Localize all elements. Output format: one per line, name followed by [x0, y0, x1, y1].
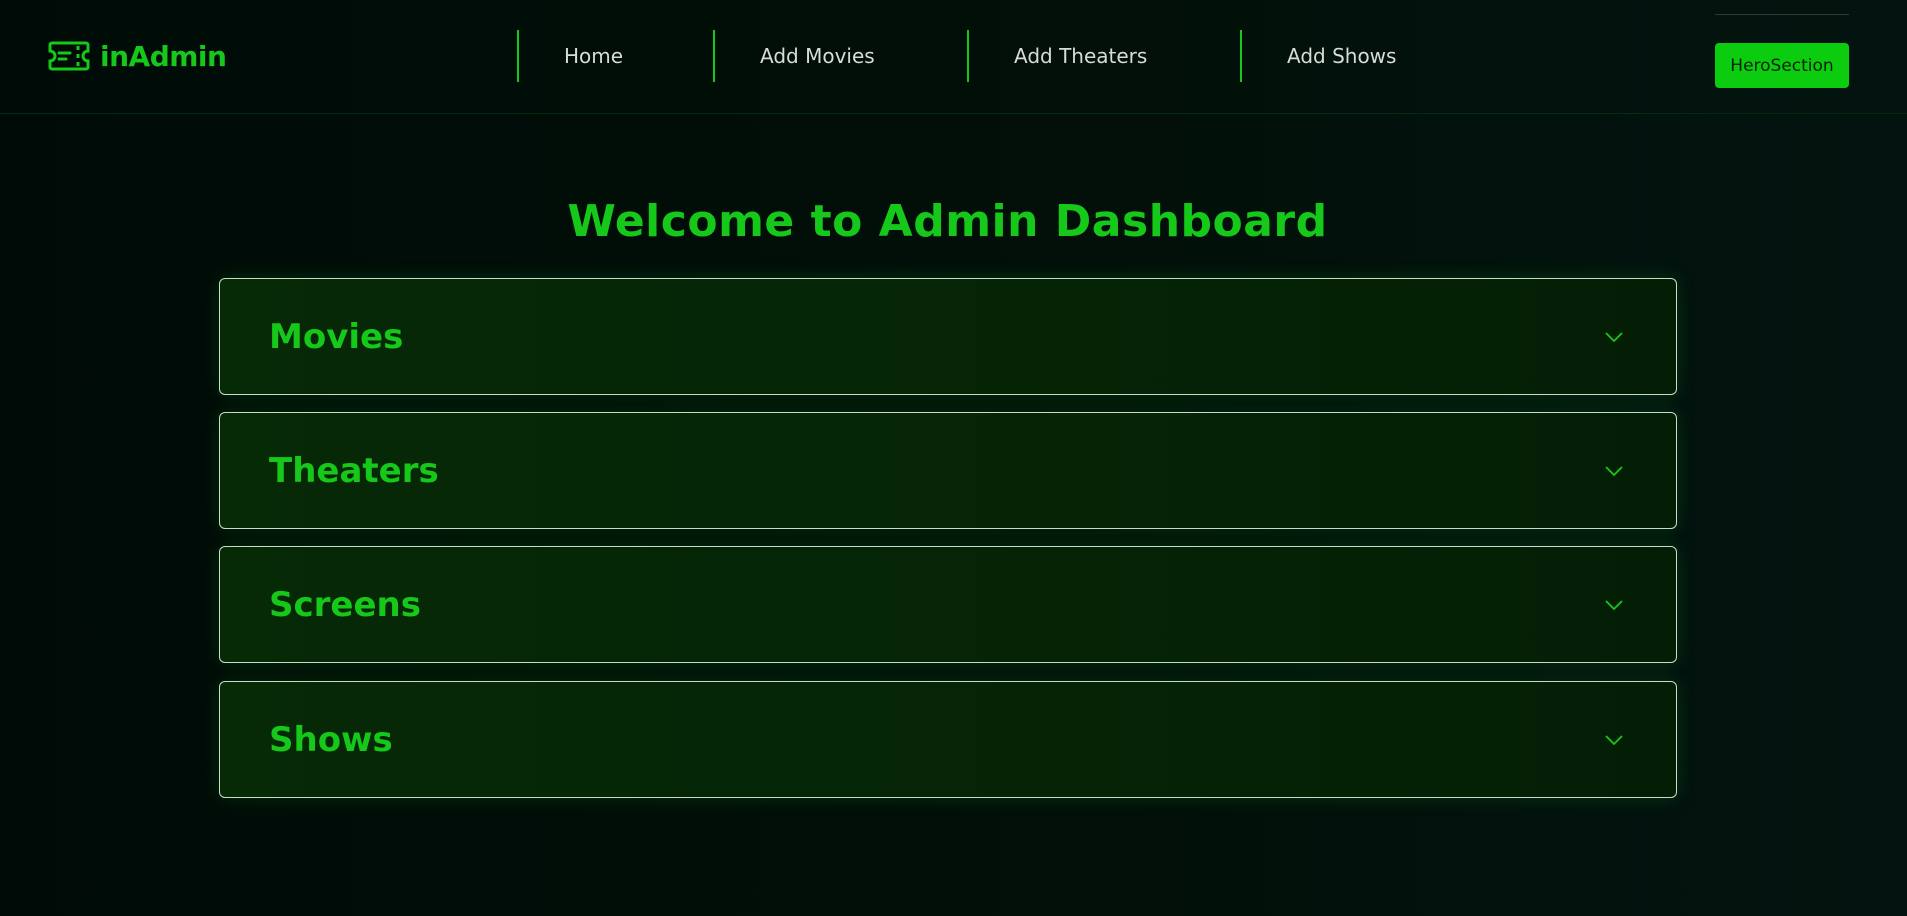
- top-navbar: inAdmin Home Add Movies Add Theaters Add…: [0, 0, 1907, 114]
- ticket-icon: [48, 41, 90, 71]
- chevron-down-icon: [1605, 331, 1623, 342]
- accordion-label: Screens: [269, 584, 421, 625]
- chevron-down-icon: [1605, 465, 1623, 476]
- accordion-theaters[interactable]: Theaters: [219, 412, 1677, 529]
- nav-home[interactable]: Home: [517, 30, 623, 82]
- nav-add-shows[interactable]: Add Shows: [1240, 30, 1396, 82]
- nav-add-theaters[interactable]: Add Theaters: [967, 30, 1147, 82]
- divider: [1715, 14, 1849, 15]
- accordion-movies[interactable]: Movies: [219, 278, 1677, 395]
- accordion-shows[interactable]: Shows: [219, 681, 1677, 798]
- hero-section-button[interactable]: HeroSection: [1715, 43, 1849, 88]
- accordion-screens[interactable]: Screens: [219, 546, 1677, 663]
- accordion-label: Movies: [269, 316, 404, 357]
- accordion-label: Shows: [269, 719, 393, 760]
- page-title: Welcome to Admin Dashboard: [567, 196, 1328, 247]
- chevron-down-icon: [1605, 734, 1623, 745]
- nav-add-movies[interactable]: Add Movies: [713, 30, 875, 82]
- chevron-down-icon: [1605, 599, 1623, 610]
- accordion-label: Theaters: [269, 450, 439, 491]
- brand-name: inAdmin: [100, 39, 227, 73]
- brand[interactable]: inAdmin: [48, 36, 227, 76]
